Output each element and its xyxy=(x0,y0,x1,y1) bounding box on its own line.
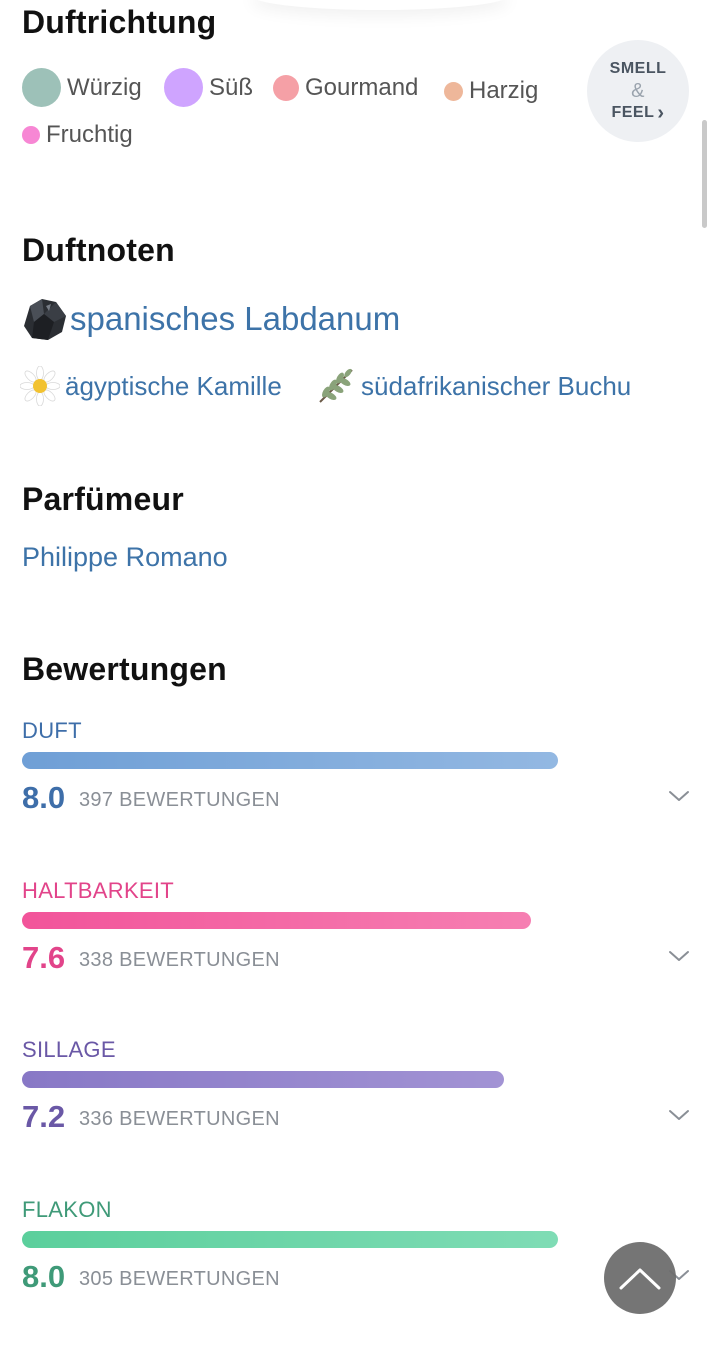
section-title-duftnoten: Duftnoten xyxy=(22,232,175,268)
rating-bar xyxy=(22,1231,558,1248)
perfumer-link[interactable]: Philippe Romano xyxy=(22,542,228,573)
chamomile-icon xyxy=(20,366,60,406)
chevron-right-icon: › xyxy=(657,102,665,124)
accord-label: Harzig xyxy=(469,77,539,104)
note-chamomile[interactable]: ägyptische Kamille xyxy=(20,366,282,406)
chevron-down-icon[interactable] xyxy=(668,1108,690,1122)
accord-dot xyxy=(444,81,463,101)
rating-bar xyxy=(22,912,531,929)
chevron-down-icon[interactable] xyxy=(668,949,690,963)
section-title-bewertungen: Bewertungen xyxy=(22,651,227,687)
accord-label: Süß xyxy=(209,73,254,101)
rating-label: FLAKON xyxy=(22,1197,112,1222)
rating-label: DUFT xyxy=(22,718,82,743)
chevron-up-icon xyxy=(619,1268,661,1290)
accord-dot xyxy=(22,68,61,107)
accord-label: Fruchtig xyxy=(46,121,133,148)
rating-count: 338 BEWERTUNGEN xyxy=(79,949,280,971)
buchu-icon xyxy=(319,368,353,403)
rating-label: HALTBARKEIT xyxy=(22,878,175,903)
note-label: südafrikanischer Buchu xyxy=(361,370,632,401)
accord-label: Gourmand xyxy=(305,74,419,101)
smell-feel-line2: FEEL xyxy=(611,104,655,121)
rating-count: 305 BEWERTUNGEN xyxy=(79,1268,280,1290)
accord-dot xyxy=(273,75,299,101)
scroll-to-top-button[interactable] xyxy=(604,1242,676,1314)
rating-count: 336 BEWERTUNGEN xyxy=(79,1108,280,1130)
accord-fruchtig[interactable]: Fruchtig xyxy=(22,121,133,149)
accord-dot xyxy=(22,126,40,144)
smell-feel-button[interactable]: SMELL & FEEL › xyxy=(587,40,689,142)
accord-suess[interactable]: Süß xyxy=(164,68,253,107)
rating-score: 8.0 xyxy=(22,780,66,815)
note-main[interactable]: spanisches Labdanum xyxy=(20,296,400,342)
rating-score: 7.6 xyxy=(22,940,66,975)
rating-bar xyxy=(22,752,558,769)
rating-score: 7.2 xyxy=(22,1099,66,1134)
rating-count: 397 BEWERTUNGEN xyxy=(79,789,280,811)
labdanum-icon xyxy=(24,299,66,340)
accord-dot xyxy=(164,68,203,107)
section-title-duftrichtung: Duftrichtung xyxy=(22,4,217,40)
rating-score: 8.0 xyxy=(22,1259,66,1294)
note-label: ägyptische Kamille xyxy=(65,370,282,401)
accord-wuerzig[interactable]: Würzig xyxy=(22,68,142,107)
smell-feel-amp: & xyxy=(631,80,645,102)
header-shadow xyxy=(250,0,510,10)
note-buchu[interactable]: südafrikanischer Buchu xyxy=(316,366,631,406)
accord-label: Würzig xyxy=(67,73,142,101)
rating-bar xyxy=(22,1071,504,1088)
section-title-parfumeur: Parfümeur xyxy=(22,481,184,517)
accord-harzig[interactable]: Harzig xyxy=(444,77,538,105)
note-label: spanisches Labdanum xyxy=(70,300,401,337)
scrollbar[interactable] xyxy=(702,120,707,228)
accord-gourmand[interactable]: Gourmand xyxy=(273,74,418,102)
smell-feel-line1: SMELL xyxy=(609,60,667,77)
rating-label: SILLAGE xyxy=(22,1037,116,1062)
chevron-down-icon[interactable] xyxy=(668,789,690,803)
